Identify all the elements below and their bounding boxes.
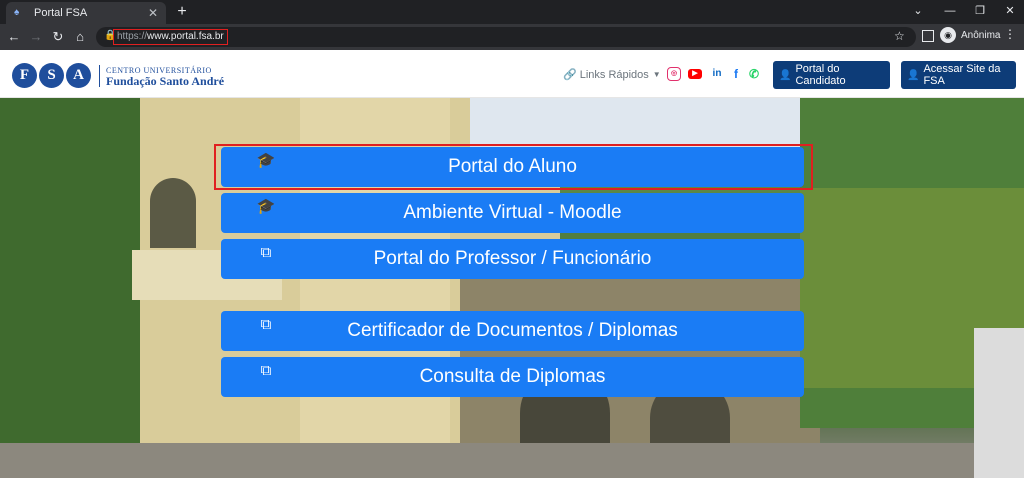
tab-title: Portal FSA — [34, 7, 88, 19]
forward-icon[interactable]: → — [26, 27, 46, 47]
background-arch — [150, 178, 196, 248]
access-site-label: Acessar Site da FSA — [923, 63, 1001, 87]
teacher-board-icon: ⧉ — [260, 362, 272, 379]
tab-search-chevron-icon[interactable]: ⌄ — [902, 0, 934, 24]
minimize-icon[interactable]: — — [934, 0, 966, 24]
graduate-icon: 🎓 — [256, 152, 276, 169]
quick-links-label: Links Rápidos — [579, 68, 649, 81]
side-panel-icon[interactable] — [922, 30, 934, 42]
reload-icon[interactable]: ↻ — [48, 27, 68, 47]
caret-down-icon: ▼ — [652, 70, 661, 79]
incognito-avatar-icon: ◉ — [940, 27, 956, 43]
background-sign — [974, 328, 1024, 478]
window-close-icon[interactable]: ✕ — [994, 0, 1024, 24]
certificador-label: Certificador de Documentos / Diplomas — [347, 320, 678, 341]
moodle-button[interactable]: 🎓 Ambiente Virtual - Moodle — [221, 193, 804, 233]
browser-tab[interactable]: ♠ Portal FSA ✕ — [6, 2, 166, 24]
browser-toolbar: ← → ↻ ⌂ 🔒 https://www.portal.fsa.br ☆ ◉ … — [0, 24, 1024, 50]
background-ground — [0, 443, 1024, 478]
menu-kebab-icon[interactable]: ⋮ — [1004, 27, 1016, 41]
profile-label: Anônima — [961, 29, 1001, 41]
linkedin-icon[interactable]: in — [710, 67, 724, 81]
url-scheme: https:// — [117, 31, 148, 42]
moodle-label: Ambiente Virtual - Moodle — [403, 202, 622, 223]
new-tab-button[interactable]: + — [172, 2, 192, 22]
logo-letter-s: S — [39, 63, 64, 88]
quick-links-dropdown[interactable]: 🔗 Links Rápidos ▼ — [563, 68, 661, 82]
portal-professor-button[interactable]: ⧉ Portal do Professor / Funcionário — [221, 239, 804, 279]
certificador-button[interactable]: ⧉ Certificador de Documentos / Diplomas — [221, 311, 804, 351]
link-icon: 🔗 — [563, 69, 577, 81]
url-text[interactable]: https://www.portal.fsa.br — [113, 29, 228, 45]
logo-line2: Fundação Santo André — [106, 73, 225, 88]
instagram-icon[interactable]: ◎ — [667, 67, 681, 81]
browser-tab-strip: ♠ Portal FSA ✕ + ⌄ — ❐ ✕ — [0, 0, 1024, 24]
logo-letter-a: A — [66, 63, 91, 88]
facebook-icon[interactable]: f — [729, 67, 743, 81]
site-navbar: F S A CENTRO UNIVERSITÁRIO Fundação Sant… — [0, 50, 1024, 98]
address-bar[interactable]: 🔒 https://www.portal.fsa.br ☆ — [96, 27, 916, 47]
teacher-board-icon: ⧉ — [260, 316, 272, 333]
back-icon[interactable]: ← — [4, 27, 24, 47]
youtube-icon[interactable]: ▶ — [688, 69, 702, 79]
access-site-button[interactable]: 👤 Acessar Site da FSA — [901, 61, 1016, 89]
logo-letter-f: F — [12, 63, 37, 88]
consulta-diplomas-label: Consulta de Diplomas — [419, 366, 606, 387]
url-host: www.portal.fsa.br — [147, 31, 224, 42]
portal-aluno-label: Portal do Aluno — [448, 156, 577, 177]
portal-professor-label: Portal do Professor / Funcionário — [373, 248, 652, 269]
fsa-favicon-icon: ♠ — [14, 7, 20, 18]
home-icon[interactable]: ⌂ — [70, 27, 90, 47]
user-icon: 👤 — [779, 69, 792, 81]
fsa-logo[interactable]: F S A CENTRO UNIVERSITÁRIO Fundação Sant… — [12, 63, 224, 88]
logo-text: CENTRO UNIVERSITÁRIO Fundação Santo Andr… — [99, 64, 225, 88]
restore-icon[interactable]: ❐ — [964, 0, 996, 24]
teacher-board-icon: ⧉ — [260, 244, 272, 261]
background-trees-left — [0, 98, 140, 443]
portal-aluno-button[interactable]: 🎓 Portal do Aluno — [221, 147, 804, 187]
bookmark-star-icon[interactable]: ☆ — [894, 29, 905, 43]
close-icon[interactable]: ✕ — [148, 6, 158, 20]
profile-button[interactable]: ◉ Anônima — [940, 27, 1000, 43]
graduate-icon: 🎓 — [256, 198, 276, 215]
candidate-portal-button[interactable]: 👤 Portal do Candidato — [773, 61, 890, 89]
user-icon: 👤 — [907, 69, 920, 81]
candidate-portal-label: Portal do Candidato — [795, 63, 846, 87]
consulta-diplomas-button[interactable]: ⧉ Consulta de Diplomas — [221, 357, 804, 397]
whatsapp-icon[interactable]: ✆ — [747, 67, 761, 81]
